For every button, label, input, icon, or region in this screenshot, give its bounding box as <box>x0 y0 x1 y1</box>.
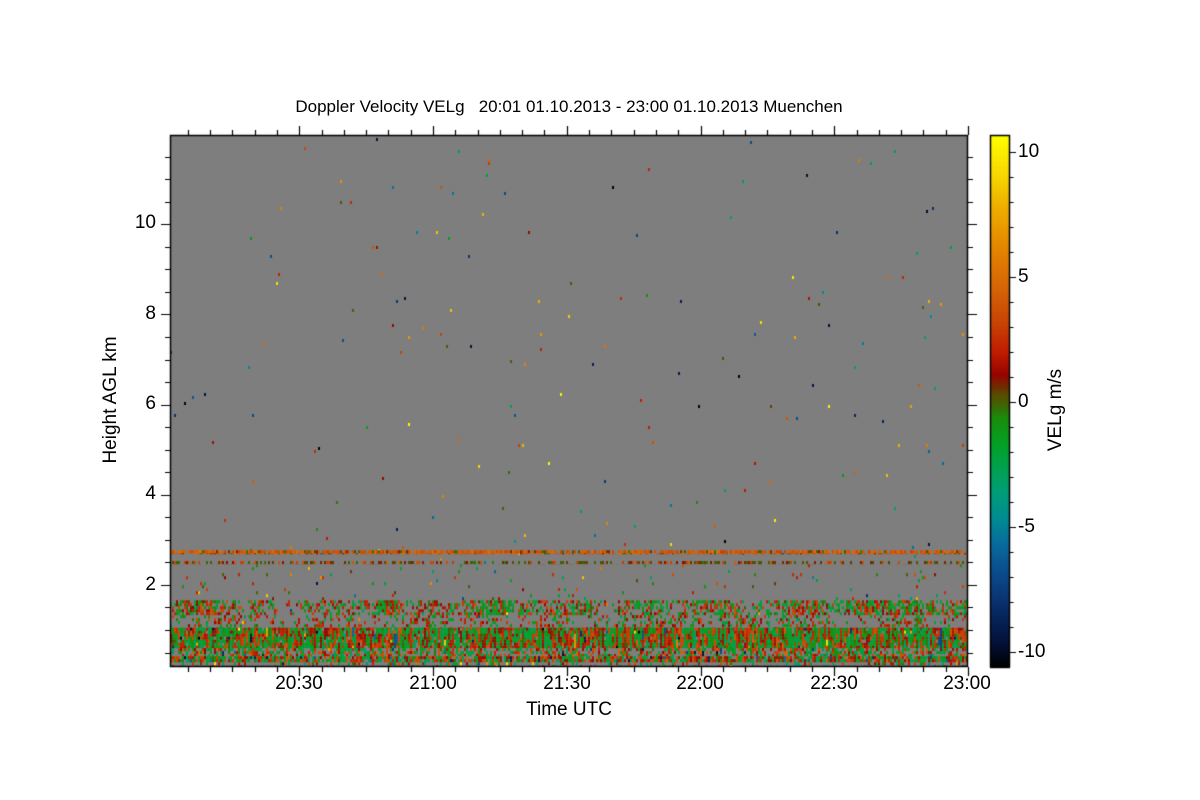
x-tick-label: 23:00 <box>943 673 991 694</box>
x-tick-label: 22:00 <box>676 673 724 694</box>
x-axis-label: Time UTC <box>526 699 612 720</box>
chart-title: Doppler Velocity VELg 20:01 01.10.2013 -… <box>295 97 843 116</box>
y-tick-label: 6 <box>145 393 156 414</box>
x-tick-label: 20:30 <box>275 673 323 694</box>
y-tick-label: 8 <box>145 303 156 324</box>
y-tick-label: 10 <box>134 212 156 233</box>
colorbar-tick-label: 10 <box>1018 141 1040 162</box>
x-tick-label: 21:30 <box>543 673 591 694</box>
x-tick-label: 22:30 <box>810 673 858 694</box>
colorbar-tick-label: -5 <box>1018 516 1035 537</box>
colorbar <box>990 135 1010 667</box>
plot-area <box>170 135 968 667</box>
colorbar-tick-label: 0 <box>1018 391 1029 412</box>
colorbar-tick-label: 5 <box>1018 266 1029 287</box>
y-tick-label: 4 <box>145 483 156 504</box>
colorbar-tick-label: -10 <box>1018 641 1046 662</box>
x-tick-label: 21:00 <box>409 673 457 694</box>
y-tick-label: 2 <box>145 574 156 595</box>
